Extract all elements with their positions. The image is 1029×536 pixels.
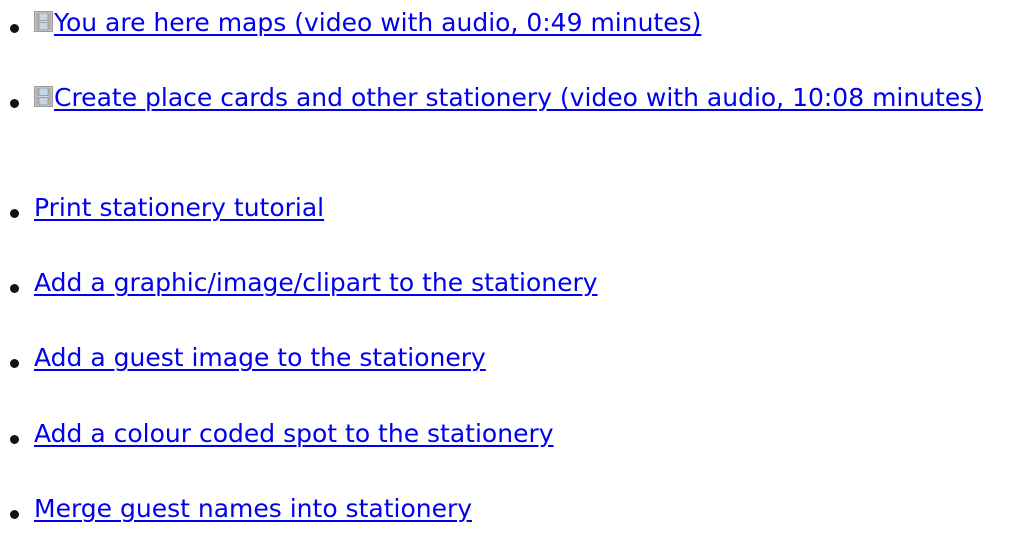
bullet-icon [10, 435, 19, 444]
video-link-you-are-here-maps[interactable]: You are here maps (video with audio, 0:4… [54, 8, 701, 37]
film-icon [34, 11, 53, 32]
video-link-place-cards[interactable]: Create place cards and other stationery … [54, 83, 983, 112]
bullet-icon [10, 284, 19, 293]
bullet-icon [10, 24, 19, 33]
link-add-graphic[interactable]: Add a graphic/image/clipart to the stati… [34, 268, 598, 297]
link-add-guest-image[interactable]: Add a guest image to the stationery [34, 343, 486, 372]
link-merge-guest-names[interactable]: Merge guest names into stationery [34, 494, 472, 523]
bullet-icon [10, 209, 19, 218]
bullet-icon [10, 510, 19, 519]
film-icon [34, 86, 53, 107]
bullet-icon [10, 359, 19, 368]
link-print-stationery-tutorial[interactable]: Print stationery tutorial [34, 193, 324, 222]
bullet-icon [10, 99, 19, 108]
link-add-colour-coded-spot[interactable]: Add a colour coded spot to the stationer… [34, 419, 554, 448]
